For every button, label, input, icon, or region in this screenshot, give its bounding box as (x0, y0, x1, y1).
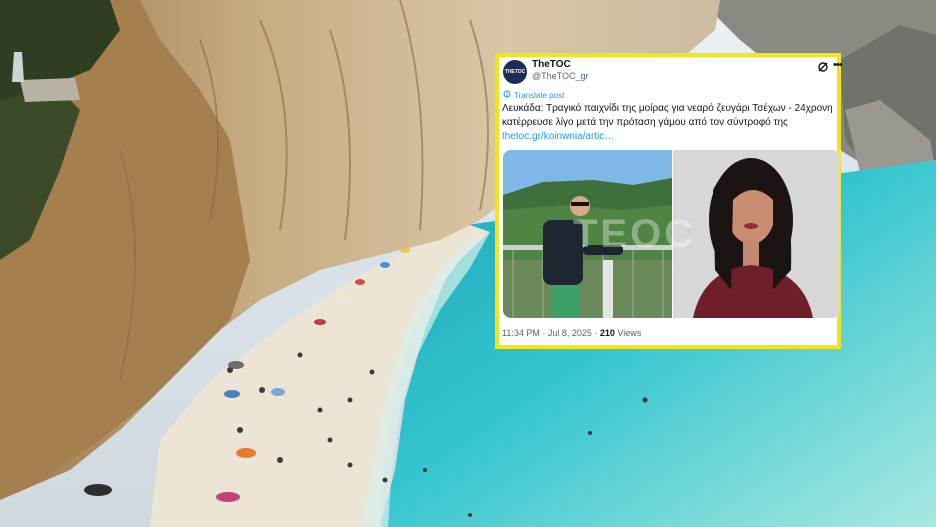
article-link[interactable]: thetoc.gr/koinwnia/artic… (502, 131, 614, 142)
tweet-text: Λευκάδα: Τραγικό παιχνίδι της μοίρας για… (502, 102, 834, 144)
views-count: 210 (599, 328, 615, 338)
tweet-text-content: Λευκάδα: Τραγικό παιχνίδι της μοίρας για… (502, 103, 833, 128)
photo-woman[interactable] (673, 150, 840, 318)
timestamp[interactable]: 11:34 PM · Jul 8, 2025 · (502, 328, 600, 338)
handle[interactable]: @TheTOC_gr (532, 71, 589, 81)
tweet-meta: 11:34 PM · Jul 8, 2025 · 210 Views (502, 328, 641, 338)
views-label: Views (614, 328, 642, 338)
tweet-header: THETOC TheTOC @TheTOC_gr ••• (503, 59, 843, 87)
translate-post-link[interactable]: Translate post (503, 90, 564, 100)
more-icon[interactable]: ••• (833, 59, 843, 71)
media-watermark: TEOC (573, 212, 697, 256)
translate-label: Translate post (514, 91, 565, 100)
translate-icon (503, 90, 511, 98)
avatar[interactable]: THETOC (503, 60, 527, 84)
display-name[interactable]: TheTOC (532, 59, 571, 70)
tweet-card[interactable]: THETOC TheTOC @TheTOC_gr ••• Translate p… (495, 53, 843, 349)
tweet-media[interactable]: TEOC (503, 150, 840, 318)
grok-icon[interactable] (817, 61, 829, 73)
